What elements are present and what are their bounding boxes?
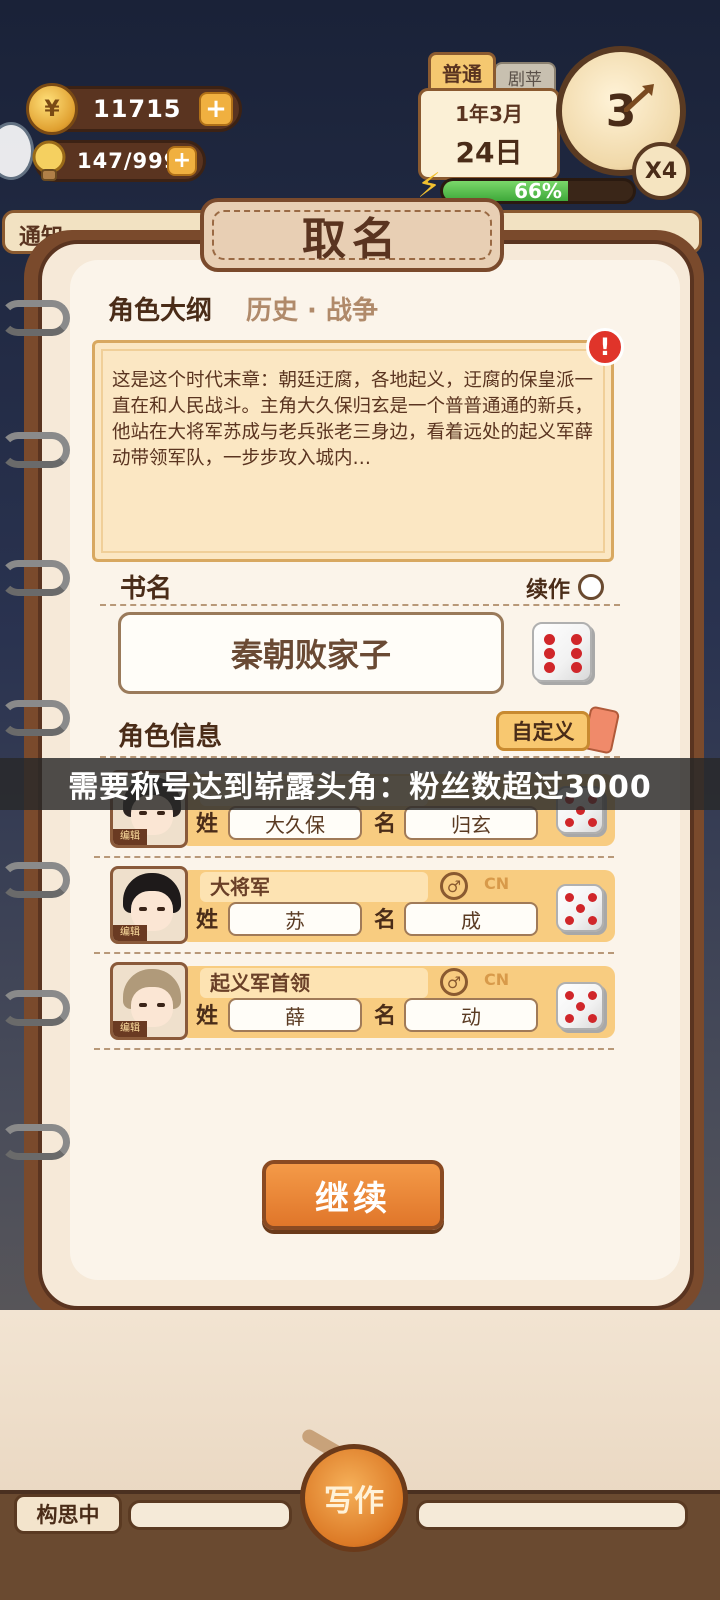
dialog-title: 取名	[302, 214, 402, 265]
binder-ring-icon	[0, 560, 70, 596]
surname-input[interactable]: 大久保	[228, 806, 362, 840]
outline-text: 这是这个时代末章：朝廷迂腐，各地起义，迂腐的保皇派一直在和人民战斗。主角大久保归…	[112, 370, 594, 469]
male-icon[interactable]: ♂	[440, 968, 468, 996]
given-name-input[interactable]: 成	[404, 902, 538, 936]
edit-avatar-button[interactable]: 编辑	[113, 1021, 147, 1037]
left-progress-track	[128, 1500, 292, 1530]
dice-icon[interactable]	[556, 884, 604, 932]
given-name-label: 名	[374, 1004, 397, 1029]
divider	[94, 856, 614, 858]
avatar[interactable]: 编辑	[110, 866, 188, 944]
date-day: 24日	[455, 135, 523, 169]
outline-label: 角色大纲	[108, 296, 213, 326]
dice-icon[interactable]	[532, 622, 592, 682]
add-energy-button[interactable]: +	[167, 146, 197, 176]
surname-label: 姓	[196, 1004, 219, 1029]
date-month: 1年3月	[455, 101, 523, 126]
character-info-label: 角色信息	[118, 722, 223, 752]
given-name-label: 名	[374, 908, 397, 933]
edit-avatar-button[interactable]: 编辑	[113, 829, 147, 845]
right-progress-track	[416, 1500, 688, 1530]
binder-ring-icon	[0, 700, 70, 736]
genre-label: 历史 · 战争	[246, 296, 378, 326]
side-mascot-icon[interactable]	[0, 122, 34, 180]
binder-ring-icon	[0, 990, 70, 1026]
given-name-label: 名	[374, 812, 397, 837]
language-label: CN	[484, 874, 510, 893]
custom-button[interactable]: 自定义	[496, 711, 590, 751]
sequel-radio[interactable]	[578, 574, 604, 600]
thinking-label: 构思中	[14, 1494, 122, 1534]
add-coins-button[interactable]: +	[199, 92, 233, 126]
male-icon[interactable]: ♂	[440, 872, 468, 900]
speed-multiplier-button[interactable]: X4	[632, 142, 690, 200]
binder-ring-icon	[0, 862, 70, 898]
surname-label: 姓	[196, 908, 219, 933]
coin-value: 11715	[93, 95, 182, 123]
role-title[interactable]: 大将军	[200, 872, 428, 902]
divider	[94, 952, 614, 954]
given-name-input[interactable]: 动	[404, 998, 538, 1032]
coin-icon: ¥	[26, 83, 78, 135]
dice-icon[interactable]	[556, 982, 604, 1030]
continue-button[interactable]: 继续	[262, 1160, 444, 1230]
binder-ring-icon	[0, 300, 70, 336]
surname-input[interactable]: 薛	[228, 998, 362, 1032]
surname-label: 姓	[196, 812, 219, 837]
book-name-input[interactable]: 秦朝败家子	[118, 612, 504, 694]
lightbulb-icon	[30, 140, 68, 184]
language-label: CN	[484, 970, 510, 989]
write-button[interactable]: 写作	[300, 1444, 408, 1552]
mode-tab-normal[interactable]: 普通	[428, 52, 496, 92]
binder-ring-icon	[0, 432, 70, 468]
character-row: 编辑 起义军首领 ♂ CN 姓 薛 名 动	[110, 962, 615, 1040]
book-name-label: 书名	[120, 574, 173, 604]
divider	[100, 604, 620, 606]
given-name-input[interactable]: 归玄	[404, 806, 538, 840]
sequel-label: 续作	[526, 578, 571, 603]
energy-value: 147/999	[77, 149, 180, 173]
character-row: 编辑 大将军 ♂ CN 姓 苏 名 成	[110, 866, 615, 944]
dialog-title-plate: 取名	[200, 198, 504, 272]
edit-avatar-button[interactable]: 编辑	[113, 925, 147, 941]
avatar[interactable]: 编辑	[110, 962, 188, 1040]
dial-arrow-icon	[624, 84, 654, 112]
role-title[interactable]: 起义军首领	[200, 968, 428, 998]
divider	[94, 1048, 614, 1050]
surname-input[interactable]: 苏	[228, 902, 362, 936]
binder-ring-icon	[0, 1124, 70, 1160]
exclamation-icon[interactable]: !	[586, 328, 624, 366]
toast-message: 需要称号达到崭露头角：粉丝数超过3000	[0, 758, 720, 810]
